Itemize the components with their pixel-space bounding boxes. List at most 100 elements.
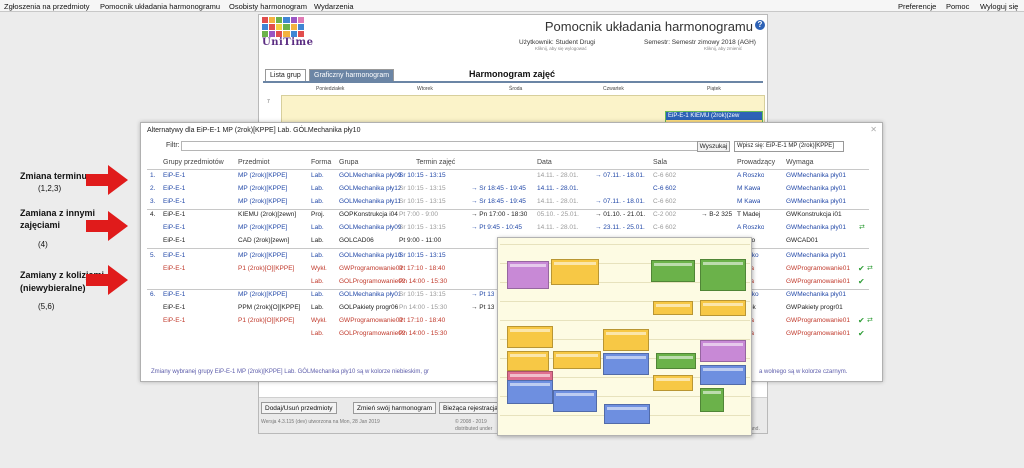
filter-input[interactable] [181,141,705,151]
cell-form: Lab. [311,330,324,337]
tab-graphical-schedule[interactable]: Graficzny harmonogram [309,69,395,81]
check-icon[interactable]: ✔ [858,316,865,325]
cell-req: GWMechanika pły01 [786,291,846,298]
cell-date: 14.11. - 28.01. [537,185,579,192]
cell-req: GWProgramowanie01 [786,265,850,272]
footer-version: Wersja 4.3.115 (dev) utworzona na Mon, 2… [261,419,380,425]
cell-grupa: GWProgramowanie01 [339,265,403,272]
tab-group-list[interactable]: Lista grup [265,69,306,81]
preview-block-label [654,263,692,266]
check-icon[interactable]: ✔ [858,277,865,286]
schedule-day-header: Poniedziałek Wtorek Środa Czwartek Piąte… [281,85,765,93]
cell-time: Pt 17:10 - 18:40 [399,317,446,324]
preview-block-label [607,407,647,410]
cell-form: Lab. [311,278,324,285]
cell-date2: → 07.11. - 18.01. [595,172,645,179]
col-date: Data [537,159,552,166]
cell-subject: KIEMU (2rok)[zewn] [238,211,297,218]
footer-distributed: distributed under [455,426,493,432]
cell-time2: → Pt 9:45 - 10:45 [471,224,522,231]
cell-form: Lab. [311,185,324,192]
cell-date: 14.11. - 28.01. [537,224,579,231]
register-button[interactable]: Wpisz się: EiP-E-1 MP (2rok)[KPPE] [734,141,844,152]
unitime-logo: UniTime [262,17,313,49]
cell-form: Lab. [311,291,324,298]
cell-grupa: GÓLCAD06 [339,237,374,244]
preview-class-block [507,261,549,289]
cell-subject: PPM (2rok)[O][KPPE] [238,304,301,311]
help-icon[interactable]: ? [755,20,765,30]
menu-item-help[interactable]: Pomoc [946,2,969,11]
menu-item-logout[interactable]: Wyloguj się [980,2,1018,11]
change-schedule-button[interactable]: Zmień swój harmonogram [353,402,437,414]
cell-subject: CAD (2rok)[zewn] [238,237,290,244]
preview-class-block [551,259,599,285]
preview-class-block [507,380,553,404]
cell-time2: → Pn 17:00 - 18:30 [471,211,528,218]
annotation-time-change: Zmiana terminu [20,171,88,181]
cell-form: Lab. [311,224,324,231]
cell-time2: → Śr 18:45 - 19:45 [471,185,526,192]
add-remove-courses-button[interactable]: Dodaj/Usuń przedmioty [261,402,337,414]
col-form: Forma [311,159,332,166]
cell-group: EiP-E-1 [163,304,186,311]
menu-item-preferences[interactable]: Preferencje [898,2,936,11]
user-name[interactable]: Użytkownik: Student Drugi [519,39,595,46]
cell-time: Śr 10:15 - 13:15 [399,185,446,192]
check-icon[interactable]: ✔ [858,329,865,338]
search-button[interactable]: Wyszukaj [697,141,730,152]
current-registration-button[interactable]: Bieżąca rejestracja [439,402,502,414]
preview-class-block [604,404,650,424]
check-icon[interactable]: ✔ [858,264,865,273]
cell-grupa: GÓLProgramowanie02 [339,330,406,337]
cell-date: 05.10. - 25.01. [537,211,579,218]
cell-group: EiP-E-1 [163,211,186,218]
day-tuesday: Wtorek [417,86,433,92]
menu-item-events[interactable]: Wydarzenia [314,2,354,11]
swap-icon[interactable]: ⇄ [867,316,873,324]
cell-form: Wykł. [311,317,327,324]
preview-block-label [656,304,690,307]
preview-block-label [656,378,690,381]
cell-teacher: T Madej [737,211,761,218]
cell-group: EiP-E-1 [163,252,186,259]
table-row[interactable]: 3. EiP-E-1 MP (2rok)[KPPE] Lab. GÓLMechanika… [141,197,884,209]
day-friday: Piątek [707,86,721,92]
cell-group: EiP-E-1 [163,224,186,231]
swap-icon[interactable]: ⇄ [859,223,865,231]
tab-underline [263,81,763,83]
table-row[interactable]: EiP-E-1 MP (2rok)[KPPE] Lab. GÓLMechanika p… [141,223,884,235]
session-name[interactable]: Semestr: Semestr zimowy 2018 (AGH) [644,39,756,46]
menu-item-scheduling-assistant[interactable]: Pomocnik układania harmonogramu [100,2,220,11]
preview-class-block [507,351,549,371]
col-course-groups: Grupy przedmiotów [163,159,224,166]
close-icon[interactable]: ✕ [870,125,877,134]
cell-room: C-2 002 [653,211,677,218]
hour-label: 7 [267,99,270,105]
table-row[interactable]: 1. EiP-E-1 MP (2rok)[KPPE] Lab. GÓLMechanika… [141,171,884,183]
cell-req: GWProgramowanie01 [786,330,850,337]
cell-group: EiP-E-1 [163,172,186,179]
schedule-preview-popup [497,237,752,436]
table-row[interactable]: 2. EiP-E-1 MP (2rok)[KPPE] Lab. GÓLMechanika… [141,184,884,196]
cell-time: Śr 10:15 - 13:15 [399,172,446,179]
user-hint: Kliknij, aby się wylogować [535,46,587,51]
annotation-conflict-nums: (5,6) [38,302,55,311]
cell-form: Lab. [311,252,324,259]
cell-room2: → B-2 325 [701,211,733,218]
menu-item-personal-schedule[interactable]: Osobisty harmonogram [229,2,307,11]
swap-icon[interactable]: ⇄ [867,264,873,272]
schedule-title: Harmonogram zajęć [469,69,556,79]
cell-time2: → Śr 18:45 - 19:45 [471,198,526,205]
cell-time: Pt 17:10 - 18:40 [399,265,446,272]
menu-item-registration[interactable]: Zgłoszenia na przedmioty [4,2,89,11]
cell-form: Proj. [311,211,325,218]
preview-gridline [500,320,750,321]
cell-time: Pn 14:00 - 15:30 [399,278,448,285]
preview-class-block [700,340,746,362]
table-row[interactable]: 4. EiP-E-1 KIEMU (2rok)[zewn] Proj. GÓPKonst… [141,210,884,222]
cell-num: 2. [150,185,156,192]
cell-time: Śr 10:15 - 13:15 [399,224,446,231]
preview-block-label [703,303,743,306]
filter-label: Filtr: [166,142,180,149]
